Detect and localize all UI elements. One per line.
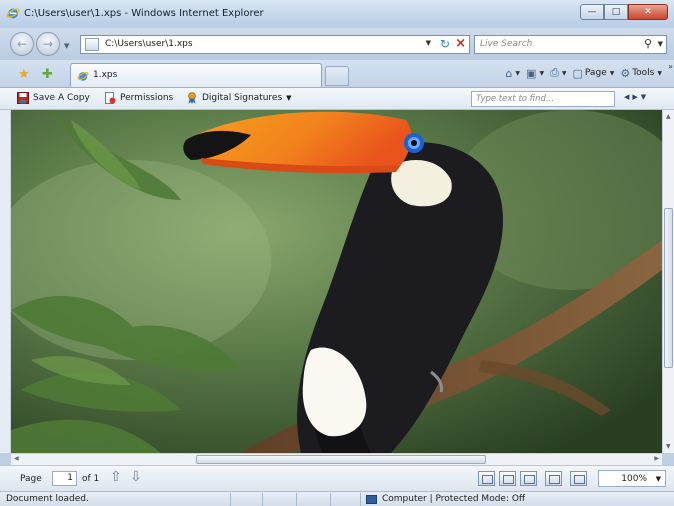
scroll-right-arrow-icon[interactable]: ▶ (654, 455, 659, 462)
status-text: Document loaded. (6, 494, 89, 504)
tools-menu-button[interactable]: Tools (632, 68, 654, 78)
address-row: ← → ▼ C:\Users\user\1.xps ▼ ↻ × Live Sea… (0, 28, 674, 60)
search-options-dropdown[interactable]: ▼ (658, 40, 663, 48)
scroll-down-arrow-icon[interactable]: ▼ (666, 443, 671, 450)
vertical-scroll-thumb[interactable] (664, 208, 673, 368)
page-navigation-bar: Page 1 of 1 ⇧ ⇩ 100% ▼ (0, 465, 674, 491)
security-zone[interactable]: Computer | Protected Mode: Off (366, 494, 525, 504)
status-divider (230, 493, 231, 506)
tab-label: 1.xps (93, 70, 118, 80)
toolbar-overflow-chevron-icon[interactable]: » (668, 62, 673, 71)
add-favorites-icon[interactable]: ✚ (42, 67, 53, 82)
zoom-select[interactable]: 100% ▼ (598, 470, 666, 487)
print-icon[interactable]: ⎙ (550, 66, 559, 80)
close-button[interactable]: ✕ (628, 4, 668, 20)
recent-pages-dropdown[interactable]: ▼ (64, 42, 69, 50)
page-count-label: of 1 (82, 474, 100, 484)
window-title: C:\Users\user\1.xps - Windows Internet E… (24, 8, 264, 19)
fit-width-button[interactable] (499, 471, 516, 486)
feeds-dropdown[interactable]: ▼ (539, 70, 544, 77)
page-number-input[interactable]: 1 (52, 471, 77, 486)
maximize-button[interactable]: □ (604, 4, 628, 20)
viewer-left-border (0, 110, 11, 453)
minimize-icon: — (587, 7, 597, 17)
security-zone-label: Computer | Protected Mode: Off (382, 494, 526, 504)
status-bar: Document loaded. Computer | Protected Mo… (0, 491, 674, 506)
home-icon[interactable]: ⌂ (505, 67, 512, 80)
tab-xps-document[interactable]: 1.xps (70, 63, 322, 87)
find-next-icon[interactable]: ▶ (632, 93, 640, 101)
feeds-icon[interactable]: ▣ (526, 67, 536, 80)
save-copy-button[interactable]: Save A Copy (17, 92, 90, 104)
next-page-arrow-icon[interactable]: ⇩ (130, 469, 142, 485)
vertical-scrollbar[interactable]: ▲ ▼ (662, 110, 674, 453)
home-dropdown[interactable]: ▼ (515, 70, 520, 77)
search-input[interactable]: Live Search ⚲ ▼ (474, 35, 667, 54)
horizontal-scrollbar[interactable]: ◀ ▶ (11, 453, 662, 465)
print-dropdown[interactable]: ▼ (562, 70, 567, 77)
address-dropdown-icon[interactable]: ▼ (426, 39, 431, 47)
whole-page-button[interactable] (520, 471, 537, 486)
actual-size-button[interactable] (478, 471, 495, 486)
xps-viewer-toolbar: Save A Copy Permissions Digital Signatur… (0, 88, 674, 110)
scroll-up-arrow-icon[interactable]: ▲ (666, 113, 671, 120)
find-navigation: ◀▶▼ (624, 93, 649, 101)
save-disk-icon (17, 92, 29, 104)
status-divider (330, 493, 331, 506)
two-pages-button[interactable] (545, 471, 562, 486)
status-divider (296, 493, 297, 506)
permissions-label: Permissions (120, 93, 174, 103)
close-icon: ✕ (644, 7, 652, 17)
browser-window: C:\Users\user\1.xps - Windows Internet E… (0, 0, 674, 506)
find-options-icon[interactable]: ▼ (641, 93, 649, 101)
forward-button[interactable]: → (36, 32, 60, 56)
status-divider (360, 493, 361, 506)
find-input[interactable]: Type text to find... (471, 91, 615, 107)
computer-monitor-icon (366, 494, 377, 504)
tab-row: ★ ✚ 1.xps ⌂ ▼ ▣ ▼ ⎙ ▼ ▢ Page ▼ ⚙ Tools ▼ » (0, 60, 674, 88)
digital-signatures-dropdown-icon: ▼ (286, 94, 292, 102)
favorites-center-icon[interactable]: ★ (18, 67, 30, 82)
forward-arrow-icon: → (42, 37, 54, 51)
digital-signatures-button[interactable]: Digital Signatures ▼ (186, 92, 292, 104)
search-icon[interactable]: ⚲ (644, 37, 652, 50)
tools-menu-dropdown[interactable]: ▼ (657, 70, 662, 77)
refresh-icon[interactable]: ↻ (440, 37, 450, 51)
tools-gear-icon: ⚙ (620, 66, 631, 80)
find-placeholder: Type text to find... (476, 94, 555, 104)
horizontal-scroll-thumb[interactable] (196, 455, 486, 464)
zoom-dropdown-icon: ▼ (655, 475, 661, 483)
address-url: C:\Users\user\1.xps (105, 39, 193, 49)
scroll-left-arrow-icon[interactable]: ◀ (14, 455, 19, 462)
internet-explorer-icon (77, 72, 89, 81)
permissions-button[interactable]: Permissions (104, 92, 173, 104)
address-bar[interactable]: C:\Users\user\1.xps ▼ ↻ × (80, 35, 470, 54)
permissions-document-icon (105, 92, 116, 104)
window-controls: — □ ✕ (580, 4, 668, 20)
back-arrow-icon: ← (16, 37, 28, 51)
title-bar: C:\Users\user\1.xps - Windows Internet E… (0, 0, 674, 28)
status-divider (262, 493, 263, 506)
signature-ribbon-icon (188, 92, 196, 104)
page-menu-button[interactable]: Page (585, 68, 607, 78)
back-button[interactable]: ← (10, 32, 34, 56)
thumbnails-button[interactable] (570, 471, 587, 486)
stop-icon[interactable]: × (455, 36, 466, 51)
page-label: Page (20, 474, 42, 484)
toucan-photo (11, 110, 662, 453)
command-bar: ⌂ ▼ ▣ ▼ ⎙ ▼ ▢ Page ▼ ⚙ Tools ▼ (505, 66, 666, 80)
search-placeholder: Live Search (480, 39, 533, 49)
document-viewer[interactable] (11, 110, 662, 453)
new-tab-button[interactable] (325, 66, 349, 86)
zoom-value: 100% (621, 474, 647, 484)
previous-page-arrow-icon[interactable]: ⇧ (110, 469, 122, 485)
page-menu-dropdown[interactable]: ▼ (610, 70, 615, 77)
minimize-button[interactable]: — (580, 4, 604, 20)
internet-explorer-icon (6, 8, 20, 19)
digital-signatures-label: Digital Signatures (202, 93, 283, 103)
page-menu-icon: ▢ (572, 66, 583, 80)
page-icon (85, 38, 99, 51)
save-copy-label: Save A Copy (33, 93, 90, 103)
maximize-icon: □ (611, 7, 621, 17)
